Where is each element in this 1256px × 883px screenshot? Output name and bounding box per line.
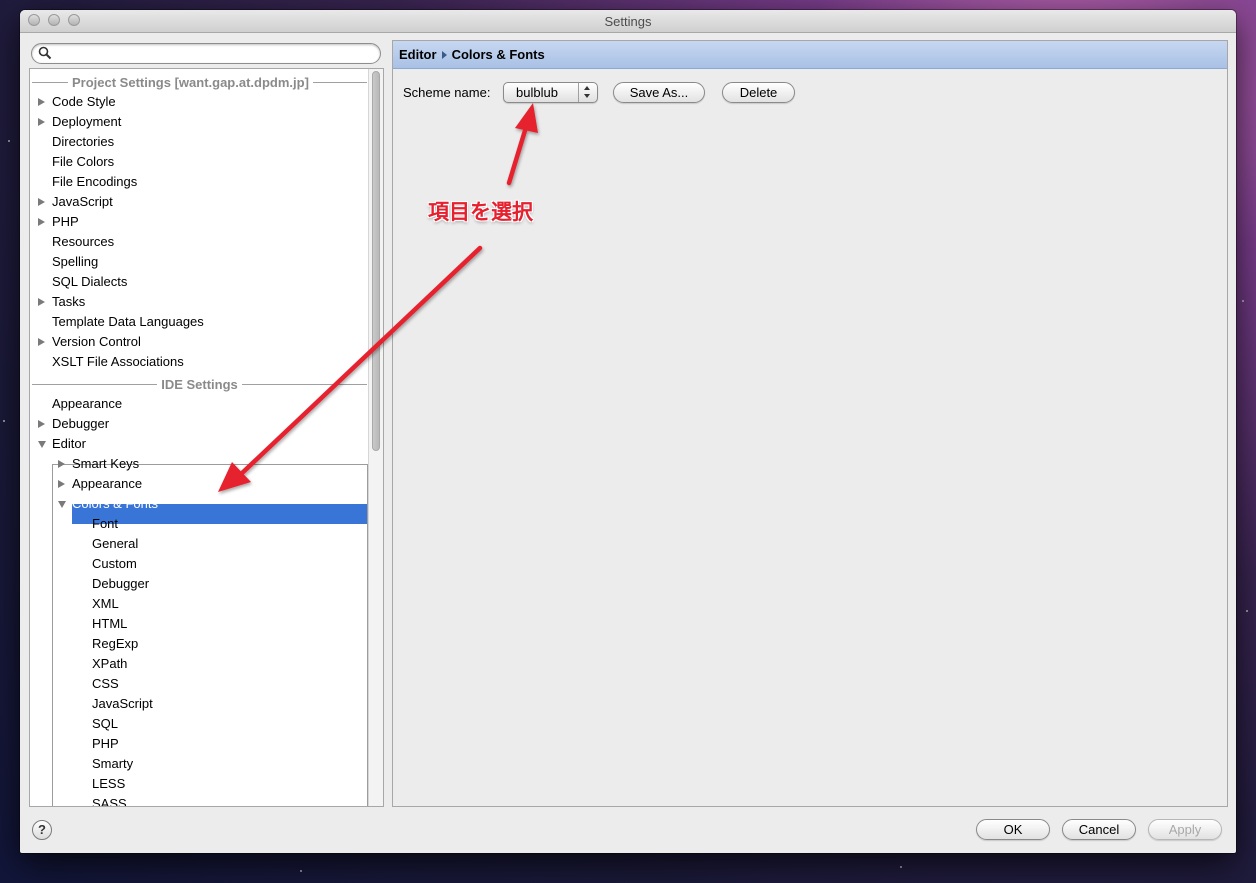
tree-item-less[interactable]: LESS xyxy=(92,774,125,794)
tree-item-regexp[interactable]: RegExp xyxy=(92,634,138,654)
settings-tree: Project Settings [want.gap.at.dpdm.jp] C… xyxy=(29,68,384,807)
project-settings-header: Project Settings [want.gap.at.dpdm.jp] xyxy=(32,72,367,92)
settings-window: Settings Project Settings [want.gap.at.d… xyxy=(20,10,1236,853)
tree-item-cf-php[interactable]: PHP xyxy=(92,734,119,754)
apply-button[interactable]: Apply xyxy=(1148,819,1222,840)
scheme-name-value: bulblub xyxy=(516,85,558,100)
tree-item-resources[interactable]: Resources xyxy=(52,232,368,252)
tree-item-directories[interactable]: Directories xyxy=(52,132,368,152)
tree-item-sql-dialects[interactable]: SQL Dialects xyxy=(52,272,368,292)
tree-item-colors-fonts[interactable]: Colors & Fonts xyxy=(58,494,366,514)
expand-arrow-icon[interactable] xyxy=(38,98,45,106)
tree-item-xslt-file-associations[interactable]: XSLT File Associations xyxy=(52,352,368,372)
tree-item-smarty[interactable]: Smarty xyxy=(92,754,133,774)
tree-item-sql[interactable]: SQL xyxy=(92,714,118,734)
tree-item-version-control[interactable]: Version Control xyxy=(38,332,368,352)
tree-item-javascript[interactable]: JavaScript xyxy=(38,192,368,212)
annotation-label: 項目を選択 xyxy=(428,200,533,224)
tree-item-cf-javascript[interactable]: JavaScript xyxy=(92,694,153,714)
tree-item-smart-keys[interactable]: Smart Keys xyxy=(58,454,366,474)
window-title: Settings xyxy=(604,14,652,29)
tree-item-xpath[interactable]: XPath xyxy=(92,654,127,674)
expand-arrow-icon[interactable] xyxy=(38,118,45,126)
expand-arrow-icon[interactable] xyxy=(38,338,45,346)
cancel-button[interactable]: Cancel xyxy=(1062,819,1136,840)
tree-item-xml[interactable]: XML xyxy=(92,594,119,614)
tree-item-font[interactable]: Font xyxy=(92,514,118,534)
collapse-arrow-icon[interactable] xyxy=(38,441,46,448)
select-stepper-icon xyxy=(578,83,597,102)
expand-arrow-icon[interactable] xyxy=(38,420,45,428)
expand-arrow-icon[interactable] xyxy=(38,198,45,206)
collapse-arrow-icon[interactable] xyxy=(58,501,66,508)
scheme-name-label: Scheme name: xyxy=(403,85,491,100)
tree-item-editor-appearance[interactable]: Appearance xyxy=(58,474,366,494)
tree-item-custom[interactable]: Custom xyxy=(92,554,137,574)
tree-item-code-style[interactable]: Code Style xyxy=(38,92,368,112)
scheme-name-select[interactable]: bulblub xyxy=(503,82,598,103)
expand-arrow-icon[interactable] xyxy=(58,460,65,468)
tree-item-cf-debugger[interactable]: Debugger xyxy=(92,574,149,594)
expand-arrow-icon[interactable] xyxy=(38,218,45,226)
tree-item-tasks[interactable]: Tasks xyxy=(38,292,368,312)
tree-item-html[interactable]: HTML xyxy=(92,614,127,634)
breadcrumb-editor[interactable]: Editor xyxy=(399,47,437,62)
settings-search[interactable] xyxy=(31,43,381,64)
tree-item-general[interactable]: General xyxy=(92,534,138,554)
breadcrumb-separator-icon xyxy=(441,50,447,59)
breadcrumb-colors-fonts: Colors & Fonts xyxy=(451,47,545,62)
save-as-button[interactable]: Save As... xyxy=(613,82,705,103)
tree-item-appearance[interactable]: Appearance xyxy=(52,394,368,414)
tree-item-php[interactable]: PHP xyxy=(38,212,368,232)
expand-arrow-icon[interactable] xyxy=(38,298,45,306)
tree-item-css[interactable]: CSS xyxy=(92,674,119,694)
delete-button[interactable]: Delete xyxy=(722,82,795,103)
expand-arrow-icon[interactable] xyxy=(58,480,65,488)
tree-scrollbar[interactable] xyxy=(368,69,383,806)
ide-settings-header: IDE Settings xyxy=(32,374,368,394)
tree-item-debugger[interactable]: Debugger xyxy=(38,414,368,434)
tree-item-deployment[interactable]: Deployment xyxy=(38,112,368,132)
search-icon xyxy=(38,46,52,60)
colors-fonts-panel: Editor Colors & Fonts Scheme name: bulbl… xyxy=(392,40,1228,807)
breadcrumb: Editor Colors & Fonts xyxy=(393,41,1227,69)
tree-item-sass[interactable]: SASS xyxy=(92,794,127,806)
tree-item-editor[interactable]: Editor xyxy=(38,434,368,454)
tree-item-template-data-languages[interactable]: Template Data Languages xyxy=(52,312,368,332)
tree-item-file-colors[interactable]: File Colors xyxy=(52,152,368,172)
search-input[interactable] xyxy=(56,45,370,64)
tree-item-file-encodings[interactable]: File Encodings xyxy=(52,172,368,192)
help-button[interactable]: ? xyxy=(32,820,52,840)
tree-item-spelling[interactable]: Spelling xyxy=(52,252,368,272)
ok-button[interactable]: OK xyxy=(976,819,1050,840)
title-bar: Settings xyxy=(20,10,1236,33)
tree-scrollbar-thumb[interactable] xyxy=(372,71,380,451)
